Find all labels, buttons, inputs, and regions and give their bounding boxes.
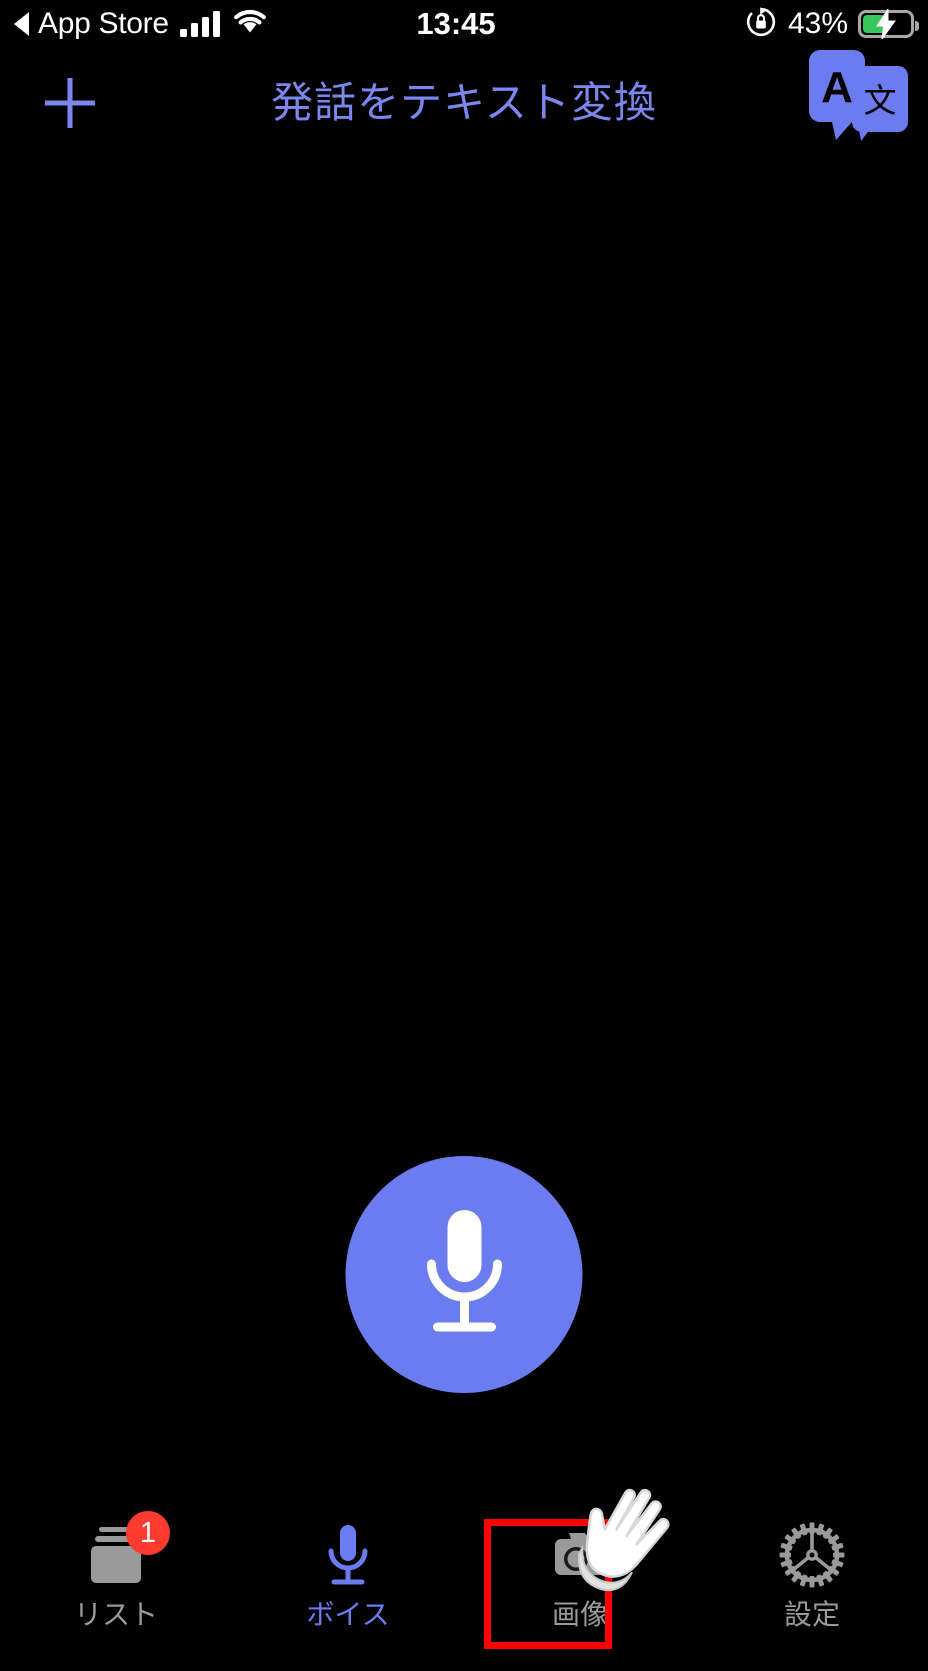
tab-voice-label: ボイス xyxy=(306,1598,390,1631)
cellular-signal-icon xyxy=(179,11,220,37)
status-bar-left: App Store xyxy=(14,0,267,48)
tab-bar: 1 リスト ボイス 画像 設定 xyxy=(0,1481,928,1671)
tab-image[interactable]: 画像 xyxy=(464,1481,696,1671)
triangle-left-icon[interactable] xyxy=(14,12,29,36)
tab-image-label: 画像 xyxy=(551,1598,608,1631)
translate-source-letter: A xyxy=(821,63,853,112)
status-bar: App Store 13:45 43% xyxy=(0,0,928,48)
tab-voice[interactable]: ボイス xyxy=(232,1481,464,1671)
translate-target-letter: 文 xyxy=(864,81,897,120)
battery-charging-icon xyxy=(858,9,919,39)
navigation-bar: 発話をテキスト変換 文 A xyxy=(0,48,928,158)
tab-list-label: リスト xyxy=(73,1598,158,1631)
gear-icon xyxy=(776,1519,848,1591)
clock-label: 13:45 xyxy=(416,6,496,41)
status-bar-right: 43% xyxy=(744,0,919,48)
tab-settings-label: 設定 xyxy=(783,1598,840,1631)
wifi-icon xyxy=(233,9,267,40)
translate-icon: 文 A xyxy=(809,50,908,141)
battery-percent-label: 43% xyxy=(787,7,848,40)
tab-list[interactable]: 1 リスト xyxy=(0,1481,232,1671)
back-to-app-label[interactable]: App Store xyxy=(38,9,169,39)
rotation-lock-icon xyxy=(744,5,778,44)
microphone-icon xyxy=(426,1209,502,1331)
list-badge: 1 xyxy=(126,1511,170,1555)
stacked-cards-icon: 1 xyxy=(80,1511,170,1591)
page-title: 発話をテキスト変換 xyxy=(271,78,657,127)
phone-screen: App Store 13:45 43% 発話をテキスト変換 文 A 1 リスト … xyxy=(0,0,928,1671)
record-button[interactable] xyxy=(345,1156,583,1393)
tab-settings[interactable]: 設定 xyxy=(696,1481,928,1671)
camera-icon xyxy=(544,1519,616,1591)
microphone-icon xyxy=(312,1519,384,1591)
translate-button[interactable]: 文 A xyxy=(802,44,914,160)
